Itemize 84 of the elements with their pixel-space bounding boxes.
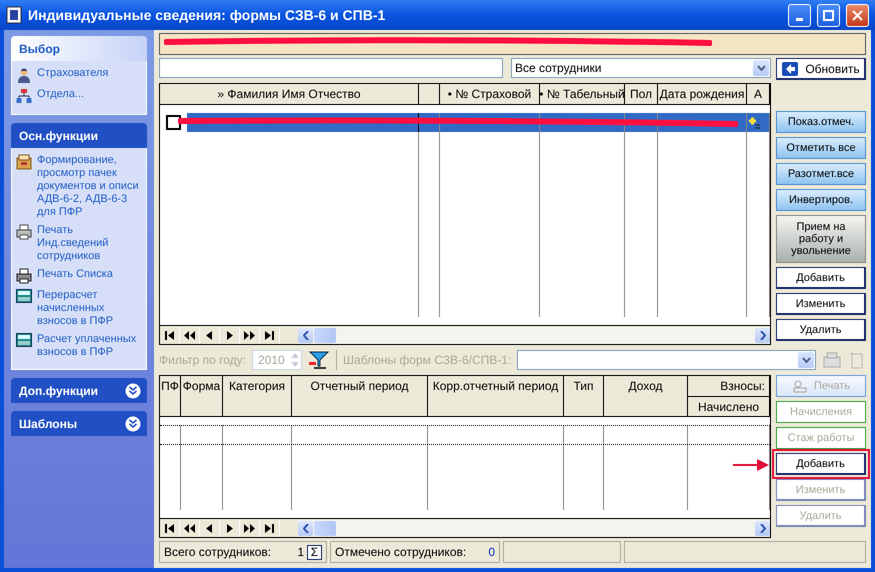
previous-icon	[204, 524, 215, 532]
column-header[interactable]: Форма	[182, 379, 220, 393]
column-header[interactable]: ПФ	[161, 379, 179, 393]
sidebar-link[interactable]: Формирование, просмотр пачек документов и описи АДВ-6-2, АДВ-6-3 для ПФР	[37, 154, 142, 219]
person-icon	[16, 67, 32, 83]
maximize-button[interactable]	[817, 4, 840, 26]
button[interactable]: Удалить	[776, 319, 866, 341]
column-header[interactable]: Отчетный период	[310, 379, 409, 393]
next-icon	[224, 524, 235, 532]
status-label: Отмечено сотрудников:	[335, 545, 466, 559]
refresh-button[interactable]: Обновить	[776, 58, 866, 80]
column-header[interactable]: • № Страховой	[448, 87, 532, 101]
sum-button[interactable]: Σ	[307, 544, 322, 560]
close-icon	[852, 10, 863, 20]
scrollbar-thumb[interactable]	[314, 520, 336, 536]
scroll-left-button[interactable]	[298, 520, 313, 536]
sidebar-link[interactable]: Отдела...	[37, 88, 142, 101]
spin-arrows-icon	[289, 351, 302, 369]
button[interactable]: Разотмет.все	[776, 163, 866, 185]
group-header[interactable]: Выбор	[11, 36, 147, 61]
column-header[interactable]: » Фамилия Имя Отчество	[217, 87, 361, 101]
next-icon	[224, 330, 235, 340]
first-page-icon	[164, 330, 175, 340]
status-value: 1	[297, 545, 304, 559]
calculator-icon	[16, 289, 32, 303]
sidebar-link[interactable]: Расчет уплаченных взносов в ПФР	[37, 333, 142, 359]
refresh-icon	[781, 60, 800, 76]
column-header[interactable]: Пол	[630, 87, 652, 101]
column-header[interactable]: • № Табельный	[540, 87, 624, 101]
previous-icon	[204, 330, 215, 340]
button[interactable]: Инвертиров.	[776, 189, 866, 211]
window-title: Индивидуальные сведения: формы СЗВ-6 и СПВ-1	[28, 7, 386, 23]
column-header[interactable]: Взносы:	[688, 376, 769, 397]
group-header[interactable]: Шаблоны	[11, 411, 147, 436]
column-header[interactable]: Категория	[228, 379, 286, 393]
table-cell[interactable]	[747, 113, 770, 132]
arrow-annotation	[733, 459, 769, 471]
org-chart-icon	[16, 88, 32, 104]
expand-icon	[125, 382, 141, 398]
minimize-button[interactable]	[788, 4, 811, 26]
fast-back-icon	[184, 524, 195, 532]
status-value: 0	[488, 545, 495, 559]
first-page-icon	[164, 524, 175, 532]
scroll-right-button[interactable]	[755, 520, 770, 536]
column-header[interactable]: А	[754, 87, 762, 101]
group-header[interactable]: Осн.функции	[11, 123, 147, 148]
maximize-icon	[823, 10, 834, 20]
sidebar-link[interactable]: Печать Инд.сведений сотрудников	[37, 224, 142, 263]
column-header[interactable]: Доход	[628, 379, 663, 393]
fast-back-icon	[184, 330, 195, 340]
field-label: Шаблоны форм СЗВ-6/СПВ-1:	[343, 353, 512, 367]
search-field[interactable]	[159, 58, 503, 78]
expand-icon	[125, 416, 141, 432]
new-row-outline[interactable]	[160, 425, 770, 445]
column-header[interactable]: Корр.отчетный период	[432, 379, 558, 393]
calculator-icon	[16, 333, 32, 347]
group-header[interactable]: Доп.функции	[11, 378, 147, 403]
column-header[interactable]: Начислено	[688, 397, 769, 416]
column-header[interactable]: Дата рождения	[660, 87, 744, 101]
fast-forward-icon	[244, 524, 255, 532]
sidebar-link[interactable]: Перерасчет начисленных взносов в ПФР	[37, 289, 142, 328]
button[interactable]: Показ.отмеч.	[776, 111, 866, 133]
button[interactable]: Отметить все	[776, 137, 866, 159]
button[interactable]: Прием на работу и увольнение	[776, 215, 866, 263]
status-label: Всего сотрудников:	[164, 545, 272, 559]
employee-filter-dropdown[interactable]: Все сотрудники	[511, 58, 771, 78]
close-button[interactable]	[846, 4, 869, 26]
button[interactable]: Изменить	[776, 293, 866, 315]
sidebar-link[interactable]: Печать Списка	[37, 268, 142, 281]
minimize-icon	[796, 18, 803, 20]
scroll-right-button[interactable]	[755, 328, 770, 342]
scrollbar-thumb[interactable]	[314, 328, 336, 342]
fast-forward-icon	[244, 330, 255, 340]
scroll-left-button[interactable]	[298, 328, 313, 342]
button[interactable]: Добавить	[776, 267, 866, 289]
column-header[interactable]: Тип	[573, 379, 594, 393]
field-label: Фильтр по году:	[159, 353, 246, 367]
last-page-icon	[264, 524, 275, 532]
package-icon	[16, 154, 32, 170]
add-list-icon	[747, 116, 761, 130]
app-icon	[6, 6, 22, 24]
sidebar-link[interactable]: Страхователя	[37, 67, 142, 80]
checkbox[interactable]	[166, 115, 181, 130]
last-page-icon	[264, 330, 275, 340]
